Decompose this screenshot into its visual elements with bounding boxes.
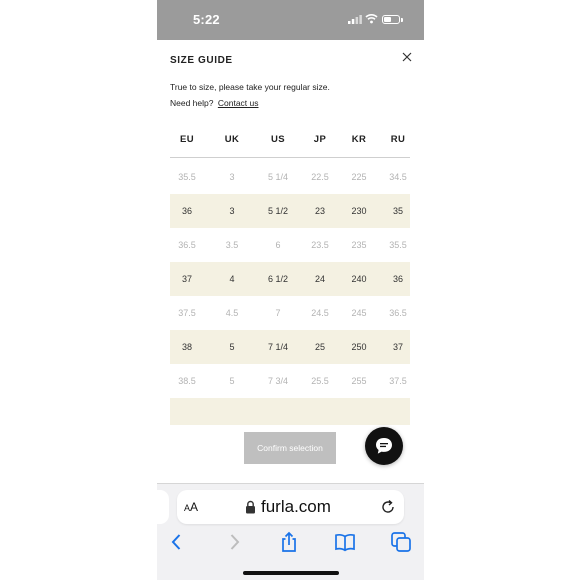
- table-row[interactable]: 37.5 4.5 7 24.5 245 36.5: [170, 296, 410, 330]
- table-cell: 3.5: [225, 240, 239, 250]
- chat-bubble-icon: [376, 438, 392, 454]
- table-cell: 24: [314, 274, 325, 284]
- table-cell: 5: [229, 342, 235, 352]
- table-cell: 250: [351, 342, 367, 352]
- help-row: Need help? Contact us: [170, 98, 259, 108]
- help-text: Need help?: [170, 98, 214, 108]
- chat-button[interactable]: [365, 427, 403, 465]
- battery-icon: [382, 15, 400, 24]
- table-row[interactable]: 38.5 5 7 3/4 25.5 255 37.5: [170, 364, 410, 398]
- fit-note: True to size, please take your regular s…: [170, 82, 330, 92]
- table-cell: 37: [181, 274, 192, 284]
- background-right: [424, 0, 580, 580]
- text-size-large: A: [190, 500, 199, 514]
- table-row[interactable]: 35.5 3 5 1/4 22.5 225 34.5: [170, 160, 410, 194]
- table-cell: 235: [351, 240, 367, 250]
- cellular-signal-icon: [348, 15, 362, 24]
- table-cell: 225: [351, 172, 367, 182]
- column-header: JP: [313, 134, 327, 145]
- table-row[interactable]: 36.5 3.5 6 23.5 235 35.5: [170, 228, 410, 262]
- table-header: EU UK US JP KR RU: [170, 124, 410, 158]
- battery-tip: [401, 18, 403, 22]
- text-size-button[interactable]: AA: [184, 500, 198, 514]
- table-cell: 24.5: [311, 308, 329, 318]
- table-cell: 35.5: [389, 240, 407, 250]
- table-cell: 22.5: [311, 172, 329, 182]
- table-cell: 35.5: [178, 172, 196, 182]
- table-cell: 37.5: [389, 376, 407, 386]
- table-cell: 36.5: [389, 308, 407, 318]
- forward-icon[interactable]: [222, 530, 246, 554]
- table-row[interactable]: 38 5 7 1/4 25 250 37: [170, 330, 410, 364]
- tabs-icon[interactable]: [389, 530, 413, 554]
- table-row[interactable]: [170, 398, 410, 425]
- reload-icon[interactable]: [380, 499, 396, 515]
- wifi-icon: [365, 14, 378, 24]
- table-cell: 25.5: [311, 376, 329, 386]
- phone-screen: 5:22 SIZE GUIDE True to size, please tak…: [157, 0, 424, 580]
- table-cell: 34.5: [389, 172, 407, 182]
- table-row[interactable]: 36 3 5 1/2 23 230 35: [170, 194, 410, 228]
- address-bar[interactable]: AA furla.com: [177, 490, 404, 524]
- table-cell: 23.5: [311, 240, 329, 250]
- table-cell: 36: [392, 274, 403, 284]
- table-cell: 6: [275, 240, 281, 250]
- table-cell: 23: [314, 206, 325, 216]
- table-cell: 38.5: [178, 376, 196, 386]
- table-cell: 6 1/2: [267, 274, 289, 284]
- status-time: 5:22: [193, 12, 220, 27]
- table-cell: 36: [181, 206, 192, 216]
- bookmarks-icon[interactable]: [333, 530, 357, 554]
- table-cell: 5: [229, 376, 235, 386]
- close-icon[interactable]: [400, 50, 414, 64]
- table-cell: 37.5: [178, 308, 196, 318]
- size-table[interactable]: EUUKUSJPKRRU 352.55222203435.535 1/422.5…: [170, 124, 410, 425]
- contact-us-link[interactable]: Contact us: [218, 98, 259, 108]
- column-header: US: [271, 134, 285, 145]
- table-cell: 7: [275, 308, 281, 318]
- table-cell: 240: [351, 274, 367, 284]
- table-cell: 5 1/4: [267, 172, 289, 182]
- table-cell: 7 1/4: [267, 342, 289, 352]
- lock-icon: [246, 500, 255, 514]
- modal-title: SIZE GUIDE: [170, 55, 233, 66]
- battery-level: [384, 17, 391, 22]
- browser-toolbar: [157, 527, 424, 557]
- browser-chrome: AA furla.com: [157, 483, 424, 580]
- confirm-selection-button[interactable]: Confirm selection: [244, 432, 336, 464]
- home-indicator: [243, 571, 339, 575]
- url-domain: furla.com: [261, 497, 331, 516]
- table-cell: 7 3/4: [267, 376, 289, 386]
- table-cell: 35: [392, 206, 403, 216]
- table-cell: 38: [181, 342, 192, 352]
- background-left: [0, 0, 157, 580]
- column-header: KR: [351, 134, 367, 145]
- status-bar: 5:22: [157, 0, 424, 40]
- table-cell: 5 1/2: [267, 206, 289, 216]
- back-icon[interactable]: [165, 530, 189, 554]
- table-cell: 4: [229, 274, 235, 284]
- column-header: EU: [180, 134, 194, 145]
- size-guide-modal: SIZE GUIDE True to size, please take you…: [157, 40, 424, 483]
- column-header: UK: [224, 134, 240, 145]
- table-cell: 36.5: [178, 240, 196, 250]
- table-cell: 3: [229, 172, 235, 182]
- table-cell: 230: [351, 206, 367, 216]
- column-header: RU: [390, 134, 406, 145]
- previous-tab-stub[interactable]: [157, 490, 169, 524]
- share-icon[interactable]: [277, 530, 301, 554]
- table-cell: 37: [392, 342, 403, 352]
- table-cell: 245: [351, 308, 367, 318]
- table-cell: 4.5: [225, 308, 239, 318]
- table-cell: 25: [314, 342, 325, 352]
- table-cell: 255: [351, 376, 367, 386]
- table-cell: 3: [229, 206, 235, 216]
- table-row[interactable]: 37 4 6 1/2 24 240 36: [170, 262, 410, 296]
